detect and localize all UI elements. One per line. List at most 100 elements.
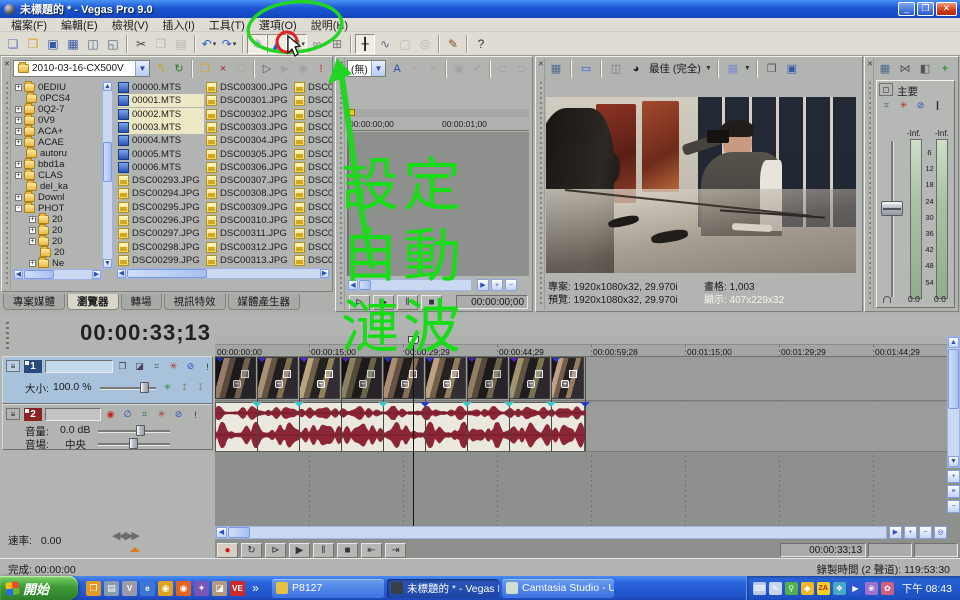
paint-tool[interactable]: ✎ [443, 34, 463, 54]
file-item[interactable]: DSC003 [294, 187, 332, 200]
timeline-grip[interactable] [6, 322, 9, 350]
quality-label[interactable]: 最佳 (完全) [647, 61, 703, 76]
player-icon[interactable]: ▶ [849, 582, 862, 595]
file-item[interactable]: DSC00305.JPG [206, 148, 292, 161]
chrome-icon[interactable]: ◉ [158, 581, 173, 596]
copy-button[interactable]: ❐ [151, 34, 171, 54]
explorer-grip[interactable]: ✕ [3, 58, 11, 290]
expand-keyframes-down-icon[interactable]: ↧ [193, 381, 208, 394]
zoom-tool-icon[interactable]: ◎ [934, 526, 947, 539]
shield-icon[interactable]: ◆ [801, 582, 814, 595]
audio-track-header[interactable]: ≡ 2 ◉∅⌗✳⊘! 音量: 0.0 dB 音場: 中央 [2, 404, 213, 450]
video-track-header[interactable]: ≡ 1 ❐◪⌗✳⊘! 大小: 100.0 % ✳ ↥ ↧ [2, 356, 213, 404]
project-properties-icon[interactable]: ▦ [547, 60, 565, 77]
insert-fx-icon[interactable]: + [936, 60, 954, 77]
net-icon[interactable]: ❖ [833, 582, 846, 595]
address-combobox[interactable]: 2010-03-16-CX500V ▼ [13, 60, 150, 77]
fx-bypass-icon[interactable]: ✳ [160, 381, 175, 394]
file-item[interactable]: DSC00312.JPG [206, 241, 292, 254]
bus-minimize-icon[interactable]: ◻ [879, 83, 893, 96]
select-left-button[interactable]: ⊏ [494, 60, 512, 77]
task-button-1[interactable]: 未標題的 * - Vegas P... [387, 579, 499, 598]
bus-solo-icon[interactable]: ❙ [930, 99, 945, 112]
help-button[interactable]: ? [471, 34, 491, 54]
file-item[interactable]: DSC003 [294, 241, 332, 254]
trimmer-scroll-right-icon[interactable]: ▶ [477, 279, 489, 291]
dock-tab-4[interactable]: 媒體產生器 [228, 294, 301, 310]
tree-horizontal-scrollbar[interactable]: ◀ ▶ [13, 269, 102, 280]
zoom-out-time-icon[interactable]: − [919, 526, 932, 539]
file-item[interactable]: DSC00310.JPG [206, 214, 292, 227]
bus-fx-icon[interactable]: ✳ [896, 99, 911, 112]
file-item[interactable]: DSC00308.JPG [206, 187, 292, 200]
play-button[interactable]: ▶ [289, 543, 310, 558]
tree-expander-icon[interactable]: + [29, 227, 36, 234]
overlays-dropdown-icon[interactable]: ▼ [744, 65, 751, 72]
start-preview-button[interactable]: ▷ [258, 60, 276, 77]
play-from-start-button[interactable]: ⊳ [349, 295, 370, 310]
camera-icon[interactable]: ◪ [212, 581, 227, 596]
file-item[interactable]: DSC00304.JPG [206, 134, 292, 147]
bus-icon[interactable]: ⌗ [149, 360, 164, 373]
favorites-button[interactable]: ❒ [232, 60, 250, 77]
trimmer-dropdown-icon[interactable]: ▼ [371, 61, 385, 76]
external-monitor-icon[interactable]: ▭ [577, 60, 595, 77]
chevron-icon[interactable]: » [248, 581, 263, 596]
track-fx-icon[interactable]: ✳ [154, 408, 169, 421]
timeline-time-display[interactable]: 00:00:33;13 [80, 320, 211, 346]
file-item[interactable]: DSC00309.JPG [206, 201, 292, 214]
track-number-badge[interactable]: 1 [24, 360, 42, 373]
cut-button[interactable]: ✂ [131, 34, 151, 54]
trimmer-combobox[interactable]: (無) ▼ [347, 60, 386, 77]
dock-tab-0[interactable]: 專案媒體 [3, 294, 65, 310]
track-fx-icon[interactable]: ✳ [166, 360, 181, 373]
track-number-badge[interactable]: 2 [24, 408, 42, 421]
mute-icon[interactable]: ⊘ [171, 408, 186, 421]
stop-preview-button[interactable]: ◉ [294, 60, 312, 77]
keyboard-icon[interactable]: ⌨ [753, 582, 766, 595]
sort-button[interactable]: A [388, 60, 406, 77]
file-item[interactable]: 00006.MTS [118, 161, 204, 174]
track-size-slider[interactable] [100, 387, 156, 389]
file-item[interactable]: DSC003 [294, 214, 332, 227]
dock-tab-1[interactable]: 瀏覽器 [67, 294, 119, 310]
track-volume-slider[interactable] [98, 430, 170, 432]
loop-button[interactable]: ↻ [241, 543, 262, 558]
shuttle-control[interactable]: ◀◀▶▶ [112, 529, 158, 539]
trimmer-media-area[interactable] [347, 132, 529, 276]
bus-mute-icon[interactable]: ⊘ [913, 99, 928, 112]
file-item[interactable]: DSC00294.JPG [118, 187, 204, 200]
paste-button[interactable]: ▤ [171, 34, 191, 54]
firefox-icon[interactable]: ◉ [176, 581, 191, 596]
file-item[interactable]: DSC003 [294, 121, 332, 134]
mute-icon[interactable]: ⊘ [183, 360, 198, 373]
auto-ripple-button[interactable]: ◩▾ [287, 34, 307, 54]
file-item[interactable]: DSC003 [294, 81, 332, 94]
auto-preview-button[interactable]: ▶ [276, 60, 294, 77]
menu-item-4[interactable]: 工具(T) [202, 17, 252, 33]
file-item[interactable]: DSC00302.JPG [206, 108, 292, 121]
file-item[interactable]: DSC003 [294, 174, 332, 187]
task-button-2[interactable]: Camtasia Studio - Unti... [502, 579, 614, 598]
trimmer-marker-bar[interactable] [347, 109, 529, 117]
new-folder-button[interactable]: ❒ [196, 60, 214, 77]
zoom-in-time-icon[interactable]: + [904, 526, 917, 539]
save-markers-button[interactable]: ▣ [450, 60, 468, 77]
track-name-input[interactable] [45, 360, 113, 373]
bus-routing-icon[interactable]: ⌗ [879, 99, 894, 112]
expand-keyframes-up-icon[interactable]: ↥ [177, 381, 192, 394]
file-item[interactable]: 00000.MTS [118, 81, 204, 94]
open-button[interactable]: ❒ [23, 34, 43, 54]
views-button[interactable]: ! [312, 60, 330, 77]
file-item[interactable]: DSC00296.JPG [118, 214, 204, 227]
arm-record-icon[interactable]: ◉ [103, 408, 118, 421]
track-height-icon[interactable]: ≡ [947, 485, 960, 498]
quality-dropdown-icon[interactable]: ▼ [705, 65, 712, 72]
trimmer-zoom-out-icon[interactable]: − [505, 279, 517, 291]
file-item[interactable]: DSC00313.JPG [206, 254, 292, 267]
file-item[interactable]: DSC003 [294, 161, 332, 174]
minimize-button[interactable]: _ [898, 2, 915, 16]
redo-button-dropdown-icon[interactable]: ▾ [233, 40, 237, 48]
track-minimize-icon[interactable]: ≡ [6, 360, 20, 372]
tree-vertical-scrollbar[interactable]: ▲ ▼ [102, 81, 113, 269]
